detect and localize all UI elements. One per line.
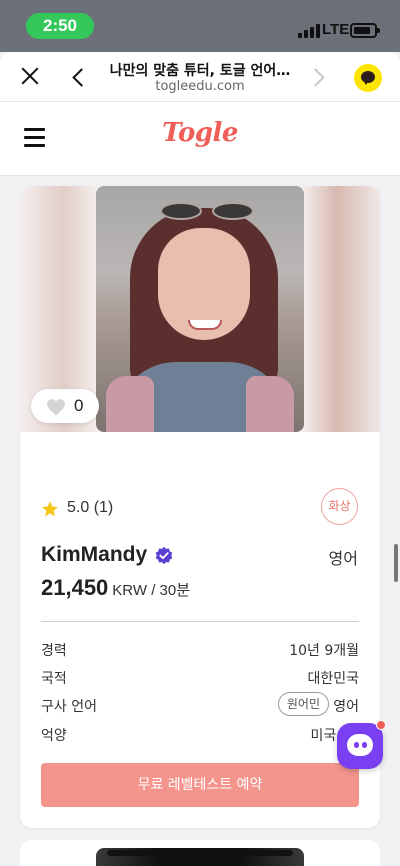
chat-button[interactable] (337, 720, 386, 769)
chevron-left-icon[interactable] (70, 66, 90, 88)
info-row-spoken-language: 구사 언어 원어민 영어 (41, 692, 359, 718)
lesson-type-badge: 화상 (321, 488, 358, 525)
tutor-name[interactable]: KimMandy (41, 543, 147, 567)
home-indicator (107, 850, 293, 856)
chevron-right-icon[interactable] (308, 66, 328, 88)
info-value: 10년 9개월 (289, 643, 359, 659)
status-time: 2:50 (26, 13, 94, 39)
price-unit: KRW / 30분 (112, 582, 191, 599)
in-app-browser-bar: 나만의 맞춤 튜터, 토글 언어… togleedu.com (0, 52, 400, 102)
kakao-talk-icon[interactable] (354, 64, 382, 92)
notification-dot (376, 720, 386, 730)
like-button[interactable]: 0 (31, 389, 99, 423)
tutor-photo[interactable] (96, 186, 304, 432)
price-value: 21,450 (41, 575, 109, 600)
battery-icon (350, 23, 380, 38)
info-label: 억양 (41, 728, 67, 744)
screen: 2:50 LTE 나만의 맞춤 튜터, 토글 언어… togleedu.com … (0, 0, 400, 866)
info-value: 영어 (333, 699, 359, 715)
info-row-nationality: 국적 대한민국 (41, 668, 359, 690)
info-label: 구사 언어 (41, 699, 97, 715)
heart-icon (47, 399, 65, 416)
chat-icon (347, 734, 373, 756)
scrollbar[interactable] (394, 544, 398, 582)
rating-text: 5.0 (1) (67, 499, 114, 516)
price-row: 21,450 KRW / 30분 (41, 575, 190, 601)
tutor-card[interactable]: 0 5.0 (1) 화상 KimMandy 영어 21,450 KRW / 30분… (20, 186, 380, 828)
info-value: 대한민국 (307, 671, 359, 687)
network-label: LTE (322, 21, 350, 38)
tutor-language: 영어 (328, 549, 358, 568)
info-label: 국적 (41, 671, 67, 687)
like-count: 0 (74, 396, 84, 415)
native-speaker-badge: 원어민 (277, 692, 329, 716)
info-label: 경력 (41, 643, 67, 659)
info-row-accent: 억양 미국 (남 (41, 725, 359, 747)
close-icon[interactable] (18, 64, 42, 88)
togle-logo[interactable]: Togle (0, 118, 400, 148)
status-bar: 2:50 LTE (0, 0, 400, 52)
tutor-photo-area: 0 (20, 186, 380, 432)
info-row-experience: 경력 10년 9개월 (41, 640, 359, 662)
browser-page-title: 나만의 맞춤 튜터, 토글 언어… (109, 63, 291, 79)
divider (41, 621, 359, 622)
free-level-test-button[interactable]: 무료 레벨테스트 예약 (41, 763, 359, 807)
browser-url[interactable]: togleedu.com (104, 79, 296, 94)
star-icon (42, 501, 58, 517)
app-header: Togle (0, 102, 400, 176)
signal-icon (298, 24, 320, 38)
verified-badge-icon (155, 546, 173, 565)
